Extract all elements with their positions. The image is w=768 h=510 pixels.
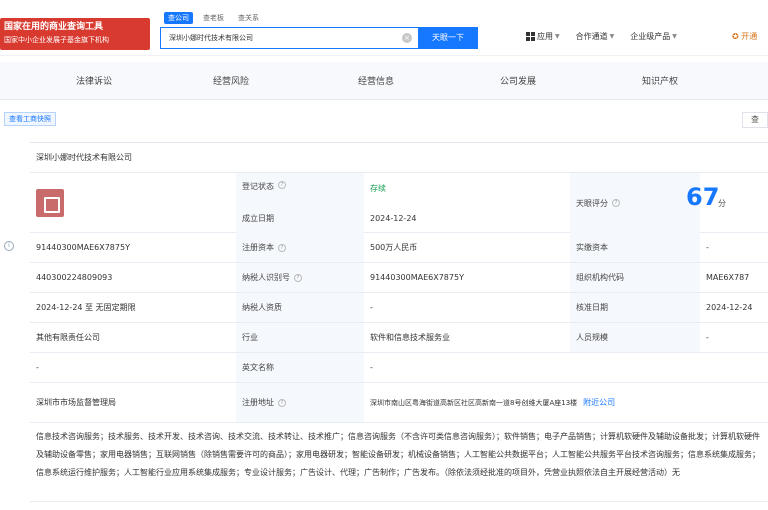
table-row: 2024-12-24 至 无固定期限 纳税人资质 - 核准日期 2024-12-… bbox=[30, 293, 768, 323]
reg-number: 440300224809093 bbox=[36, 273, 113, 282]
search-tab-company[interactable]: 查公司 bbox=[164, 12, 193, 24]
info-icon[interactable]: ? bbox=[294, 273, 302, 282]
search-tab-relation[interactable]: 查关系 bbox=[234, 12, 263, 24]
search-box: × bbox=[160, 27, 418, 49]
approve-date-value: 2024-12-24 bbox=[706, 303, 753, 312]
tab-risk[interactable]: 经营风险 bbox=[213, 74, 249, 87]
taxpayer-qual-value: - bbox=[370, 303, 373, 312]
clear-icon[interactable]: × bbox=[402, 33, 412, 43]
avatar bbox=[36, 188, 64, 217]
org-code-label: 组织机构代码 bbox=[570, 263, 700, 292]
chevron-down-icon: ▼ bbox=[672, 33, 677, 40]
taxpayer-qual-label: 纳税人资质 bbox=[236, 293, 364, 322]
address-label-text: 注册地址 bbox=[242, 398, 274, 407]
staff-value: - bbox=[706, 333, 709, 342]
search-input[interactable] bbox=[161, 28, 391, 48]
chevron-down-icon: ▼ bbox=[555, 33, 560, 40]
business-info-table: 深圳小娜时代技术有限公司 登记状态? 存续 成立日期 2024-12-24 天眼… bbox=[30, 142, 768, 423]
brand-logo[interactable]: 国家在用的商业查询工具 国家中小企业发展子基金旗下机构 bbox=[0, 18, 150, 50]
score-label-text: 天眼评分 bbox=[576, 198, 608, 208]
reg-capital-value: 500万人民币 bbox=[370, 243, 418, 252]
reg-status-label-text: 登记状态 bbox=[242, 182, 274, 191]
paid-capital-value: - bbox=[706, 243, 709, 252]
industry-label: 行业 bbox=[236, 323, 364, 352]
snapshot-tag[interactable]: 查看工商快照 bbox=[4, 112, 56, 126]
table-row: 440300224809093 纳税人识别号? 91440300MAE6X787… bbox=[30, 263, 768, 293]
table-row: - 英文名称 - bbox=[30, 353, 768, 383]
section-tabs: 法律诉讼 经营风险 经营信息 公司发展 知识产权 bbox=[0, 62, 768, 100]
credit-code: 91440300MAE6X7875Y bbox=[36, 243, 130, 252]
tab-operation[interactable]: 经营信息 bbox=[358, 74, 394, 87]
reg-capital-label-text: 注册资本 bbox=[242, 243, 274, 252]
score-unit: 分 bbox=[718, 199, 726, 208]
info-icon[interactable]: ? bbox=[278, 398, 286, 407]
paid-capital-label: 实缴资本 bbox=[570, 233, 700, 262]
tab-development[interactable]: 公司发展 bbox=[500, 74, 536, 87]
info-icon[interactable]: ? bbox=[612, 199, 620, 207]
open-vip-button[interactable]: ✪ 开通 bbox=[732, 31, 757, 42]
reg-authority: 深圳市市场监督管理局 bbox=[36, 398, 116, 407]
company-type: 其他有限责任公司 bbox=[36, 333, 100, 342]
business-scope: 信息技术咨询服务；技术服务、技术开发、技术咨询、技术交流、技术转让、技术推广；信… bbox=[30, 424, 768, 502]
taxpayer-label: 纳税人识别号? bbox=[236, 263, 364, 292]
nav-apps-label: 应用 bbox=[537, 32, 553, 41]
address-value: 深圳市南山区粤海街道高新区社区高新南一道8号创维大厦A座13楼 bbox=[370, 398, 578, 407]
address-label: 注册地址? bbox=[236, 383, 364, 422]
blank-value: - bbox=[36, 363, 39, 372]
top-nav: 应用 ▼ 合作通道 ▼ 企业级产品 ▼ bbox=[526, 31, 677, 42]
tab-ip[interactable]: 知识产权 bbox=[642, 74, 678, 87]
business-term: 2024-12-24 至 无固定期限 bbox=[36, 303, 136, 312]
nav-cooperation-label: 合作通道 bbox=[575, 32, 608, 41]
score-value: 67 bbox=[686, 183, 720, 211]
table-row: 深圳小娜时代技术有限公司 bbox=[30, 143, 768, 173]
search-button[interactable]: 天眼一下 bbox=[418, 27, 478, 49]
table-row: 91440300MAE6X7875Y 注册资本? 500万人民币 实缴资本 - bbox=[30, 233, 768, 263]
nav-cooperation[interactable]: 合作通道 ▼ bbox=[576, 31, 615, 42]
reg-status-value: 存续 bbox=[370, 183, 386, 193]
taxpayer-label-text: 纳税人识别号 bbox=[242, 273, 290, 282]
vip-icon: ✪ bbox=[732, 32, 739, 41]
company-name: 深圳小娜时代技术有限公司 bbox=[36, 153, 132, 162]
industry-value: 软件和信息技术服务业 bbox=[370, 333, 450, 342]
table-row: 登记状态? 存续 成立日期 2024-12-24 天眼评分? bbox=[30, 173, 768, 233]
legal-person-cell bbox=[30, 173, 236, 232]
query-button[interactable]: 查 bbox=[742, 112, 768, 128]
org-code-value: MAE6X787 bbox=[706, 273, 750, 282]
nav-apps[interactable]: 应用 ▼ bbox=[526, 31, 560, 42]
search-tab-boss[interactable]: 查老板 bbox=[199, 12, 228, 24]
eng-name-label: 英文名称 bbox=[236, 353, 364, 382]
score-label: 天眼评分? bbox=[570, 173, 700, 233]
address-cell: 深圳市南山区粤海街道高新区社区高新南一道8号创维大厦A座13楼 附近公司 bbox=[364, 383, 768, 422]
table-row: 深圳市市场监督管理局 注册地址? 深圳市南山区粤海街道高新区社区高新南一道8号创… bbox=[30, 383, 768, 423]
info-icon: i bbox=[4, 241, 14, 251]
nearby-company-link[interactable]: 附近公司 bbox=[583, 397, 615, 408]
est-date-value: 2024-12-24 bbox=[370, 213, 417, 223]
nav-enterprise-label: 企业级产品 bbox=[630, 32, 671, 41]
top-bar: 国家在用的商业查询工具 国家中小企业发展子基金旗下机构 查公司 查老板 查关系 … bbox=[0, 0, 768, 56]
open-vip-label: 开通 bbox=[741, 32, 758, 41]
table-row: 其他有限责任公司 行业 软件和信息技术服务业 人员规模 - bbox=[30, 323, 768, 353]
brand-line1: 国家在用的商业查询工具 bbox=[4, 22, 104, 32]
tab-legal[interactable]: 法律诉讼 bbox=[76, 74, 112, 87]
app-grid-icon bbox=[526, 32, 535, 41]
nav-enterprise[interactable]: 企业级产品 ▼ bbox=[630, 31, 677, 42]
est-date-label: 成立日期 bbox=[236, 203, 364, 233]
taxpayer-value: 91440300MAE6X7875Y bbox=[370, 273, 464, 282]
reg-status-label: 登记状态? bbox=[236, 173, 364, 203]
brand-line2: 国家中小企业发展子基金旗下机构 bbox=[4, 36, 109, 44]
staff-label: 人员规模 bbox=[570, 323, 700, 352]
eng-name-value: - bbox=[370, 363, 373, 372]
info-icon[interactable]: ? bbox=[278, 181, 286, 189]
approve-date-label: 核准日期 bbox=[570, 293, 700, 322]
info-icon[interactable]: ? bbox=[278, 243, 286, 252]
search-type-tabs: 查公司 查老板 查关系 bbox=[164, 12, 263, 26]
reg-capital-label: 注册资本? bbox=[236, 233, 364, 262]
tag-bar: 查看工商快照 bbox=[0, 112, 56, 126]
chevron-down-icon: ▼ bbox=[609, 33, 615, 40]
